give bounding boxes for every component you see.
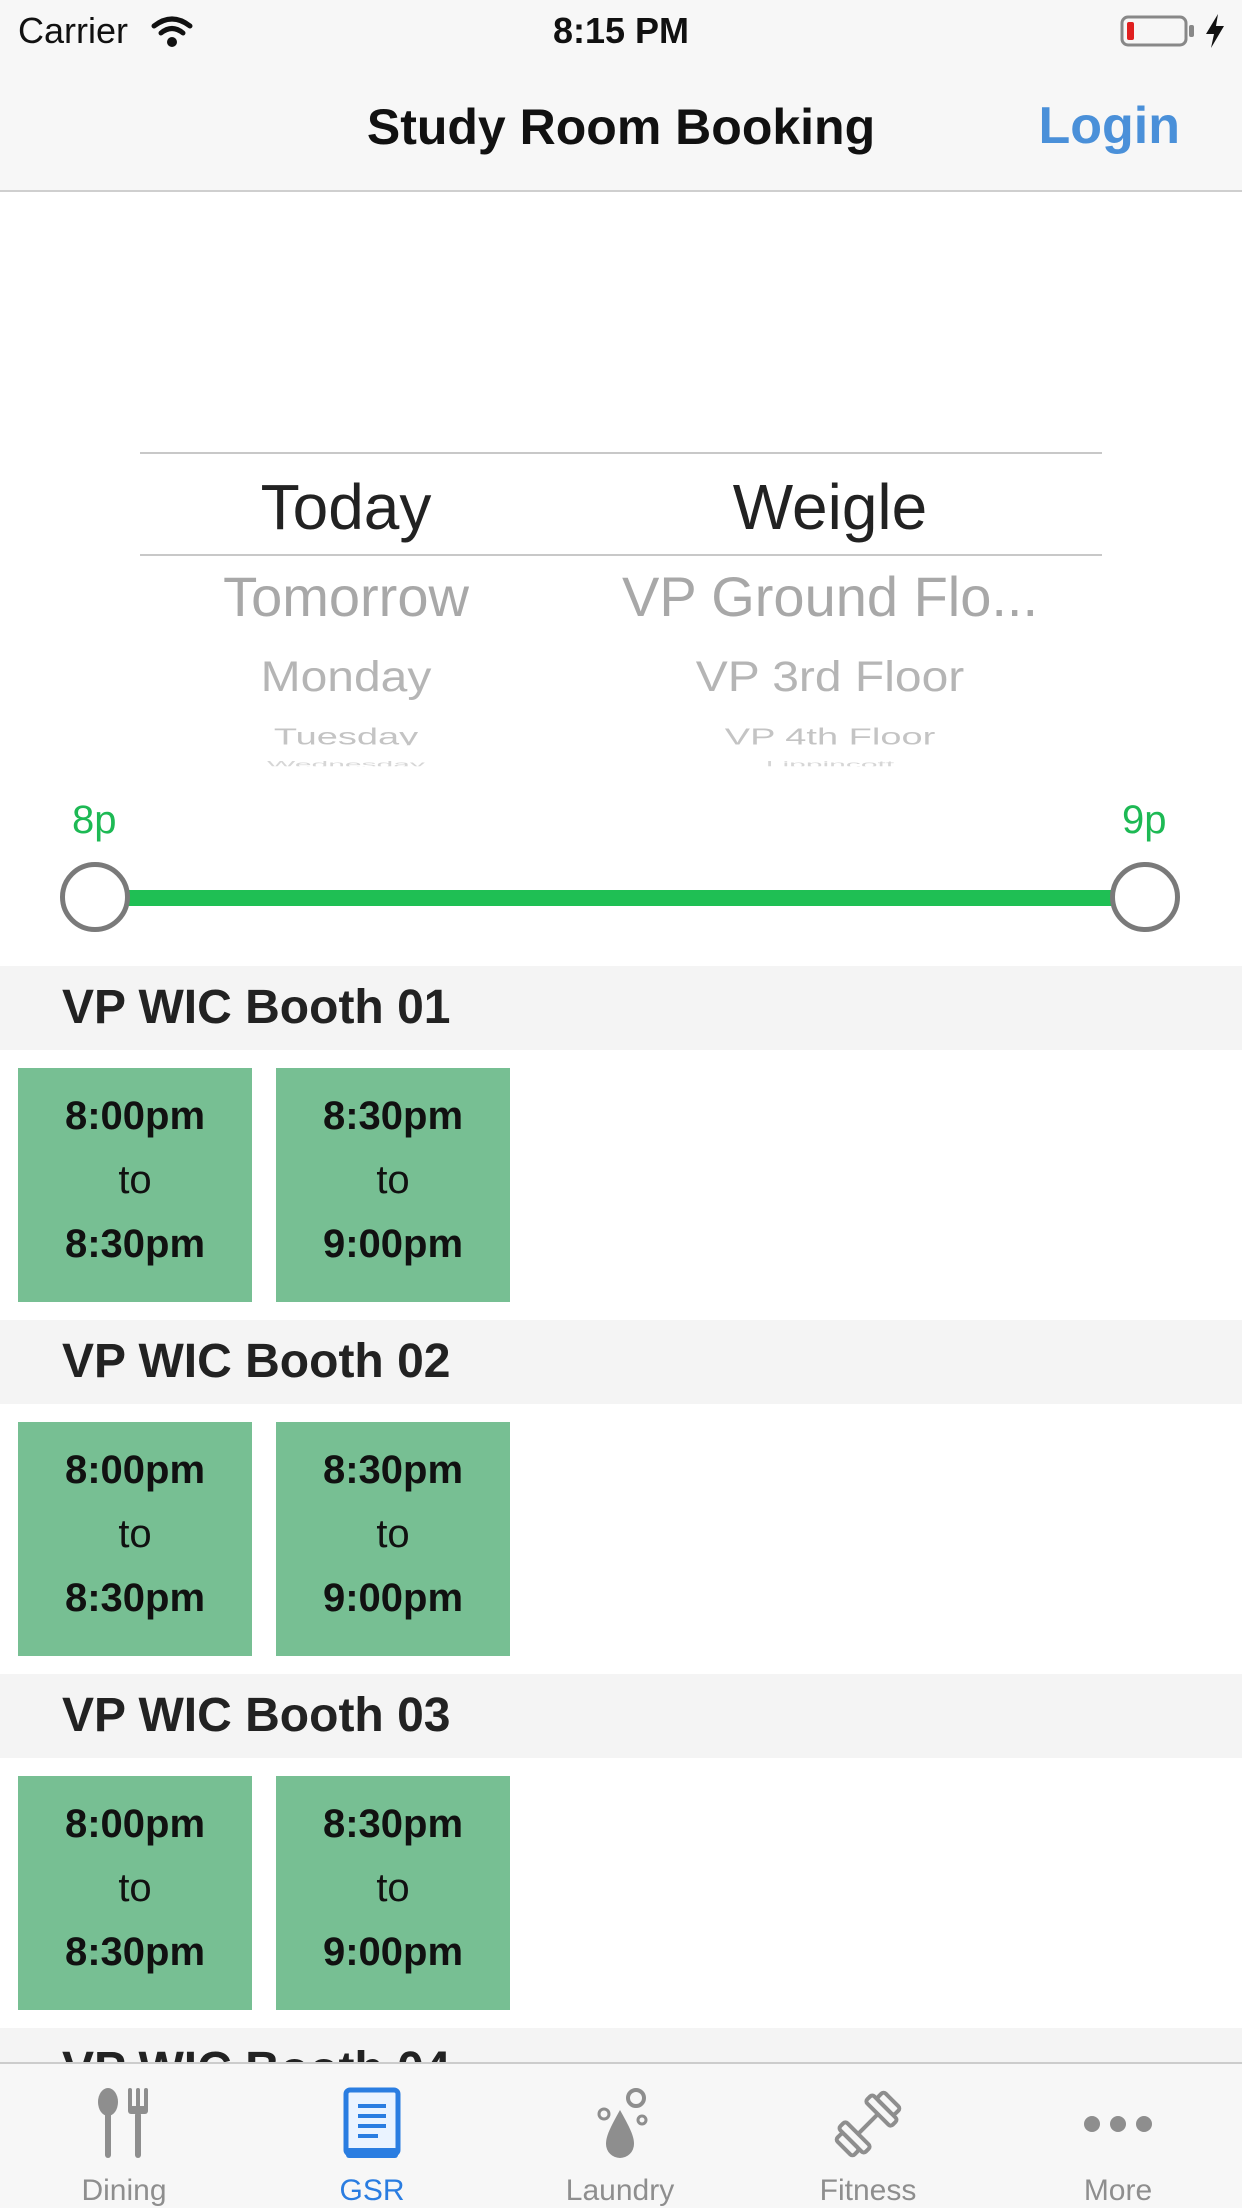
tab-label: GSR [339, 2174, 405, 2207]
tab-bar: Dining GSR Laundry Fitness More [0, 2062, 1242, 2208]
tab-laundry[interactable]: Laundry [496, 2064, 744, 2208]
login-button[interactable]: Login [1038, 96, 1180, 156]
range-end-handle[interactable] [1110, 862, 1180, 932]
room-name: VP WIC Booth 04 [62, 2042, 450, 2062]
slot-separator: to [118, 1158, 152, 1202]
tab-dining[interactable]: Dining [0, 2064, 248, 2208]
range-start-handle[interactable] [60, 862, 130, 932]
room-name: VP WIC Booth 03 [62, 1689, 451, 1742]
time-slot-button[interactable]: 8:30pm to 9:00pm [276, 1776, 510, 2010]
tab-label: More [1083, 2174, 1153, 2207]
status-bar: Carrier 8:15 PM [0, 0, 1242, 60]
day-picker-option[interactable]: Tomorrow [196, 564, 496, 629]
slot-separator: to [118, 1512, 152, 1556]
room-list[interactable]: VP WIC Booth 01 8:00pm to 8:30pm 8:30pm … [0, 966, 1242, 2062]
time-slot-button[interactable]: 8:00pm to 8:30pm [18, 1422, 252, 1656]
room-section-header: VP WIC Booth 03 [0, 1674, 1242, 1758]
dumbbell-icon [834, 2090, 902, 2158]
slot-start-time: 8:30pm [322, 1448, 464, 1492]
tab-more[interactable]: More [994, 2064, 1242, 2208]
slot-start-time: 8:00pm [64, 1802, 206, 1846]
book-icon [343, 2087, 401, 2158]
tab-fitness[interactable]: Fitness [744, 2064, 992, 2208]
slot-start-time: 8:30pm [322, 1094, 464, 1138]
location-picker-option[interactable]: Lippincott [620, 760, 1040, 767]
slot-end-time: 8:30pm [64, 1576, 206, 1620]
laundry-icon [597, 2088, 648, 2158]
location-picker-column[interactable]: Weigle VP Ground Flo... VP 3rd Floor VP … [620, 452, 1040, 772]
room-section-header: VP WIC Booth 02 [0, 1320, 1242, 1404]
time-slot-button[interactable]: 8:00pm to 8:30pm [18, 1068, 252, 1302]
slot-start-time: 8:00pm [64, 1094, 206, 1138]
navigation-bar: Study Room Booking Login [0, 60, 1242, 192]
location-picker-selected[interactable]: Weigle [620, 470, 1040, 544]
slot-separator: to [376, 1158, 410, 1202]
location-picker-option[interactable]: VP 4th Floor [620, 725, 1040, 745]
more-icon [1084, 2116, 1152, 2132]
time-slot-button[interactable]: 8:30pm to 9:00pm [276, 1422, 510, 1656]
room-section-header: VP WIC Booth 04 [0, 2028, 1242, 2062]
slot-separator: to [118, 1866, 152, 1910]
room-slot-row: 8:00pm to 8:30pm 8:30pm to 9:00pm [0, 1758, 1242, 2028]
time-slot-button[interactable]: 8:30pm to 9:00pm [276, 1068, 510, 1302]
time-range-track[interactable] [96, 890, 1146, 906]
day-picker-selected[interactable]: Today [196, 470, 496, 544]
range-end-label: 9p [1122, 798, 1167, 842]
slot-end-time: 9:00pm [322, 1576, 464, 1620]
day-picker-column[interactable]: Today Tomorrow Monday Tuesday Wednesday [196, 452, 496, 772]
battery-icon [1120, 15, 1194, 47]
slot-end-time: 9:00pm [322, 1930, 464, 1974]
slot-separator: to [376, 1866, 410, 1910]
room-slot-row: 8:00pm to 8:30pm 8:30pm to 9:00pm [0, 1050, 1242, 1320]
day-picker-option[interactable]: Monday [196, 653, 496, 701]
room-name: VP WIC Booth 02 [62, 1335, 451, 1388]
day-picker-option[interactable]: Wednesday [196, 760, 496, 767]
tab-gsr[interactable]: GSR [248, 2064, 496, 2208]
slot-end-time: 8:30pm [64, 1222, 206, 1266]
room-section-header: VP WIC Booth 01 [0, 966, 1242, 1050]
time-slot-button[interactable]: 8:00pm to 8:30pm [18, 1776, 252, 2010]
tab-label: Laundry [565, 2174, 675, 2207]
slot-start-time: 8:30pm [322, 1802, 464, 1846]
room-slot-row: 8:00pm to 8:30pm 8:30pm to 9:00pm [0, 1404, 1242, 1674]
day-picker-option[interactable]: Tuesday [196, 725, 496, 745]
slot-end-time: 9:00pm [322, 1222, 464, 1266]
slot-start-time: 8:00pm [64, 1448, 206, 1492]
slot-end-time: 8:30pm [64, 1930, 206, 1974]
location-picker-option[interactable]: VP 3rd Floor [620, 653, 1040, 701]
tab-label: Dining [81, 2174, 167, 2207]
charging-bolt-icon [1206, 14, 1224, 48]
status-time: 8:15 PM [552, 10, 690, 51]
range-start-label: 8p [72, 798, 117, 842]
location-picker-option[interactable]: VP Ground Flo... [620, 564, 1040, 629]
room-name: VP WIC Booth 01 [62, 981, 451, 1034]
day-location-picker[interactable]: Today Tomorrow Monday Tuesday Wednesday … [140, 452, 1102, 772]
slot-separator: to [376, 1512, 410, 1556]
dining-icon [98, 2088, 148, 2158]
tab-label: Fitness [819, 2174, 917, 2207]
